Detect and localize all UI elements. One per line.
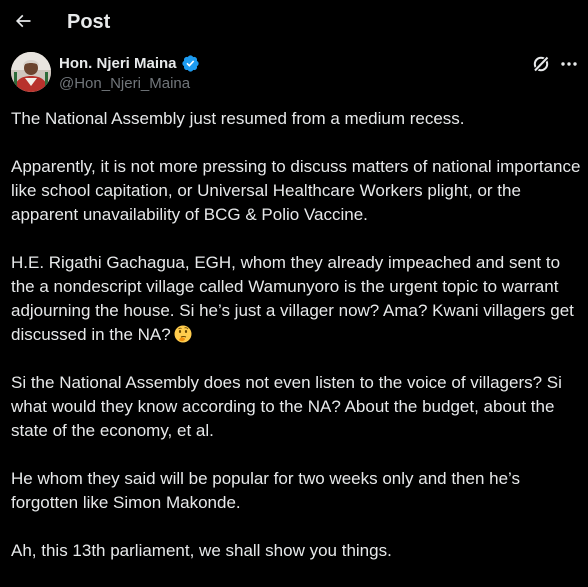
author-display-name[interactable]: Hon. Njeri Maina: [59, 55, 177, 73]
thinking-face-icon: [174, 325, 192, 343]
author-handle[interactable]: @Hon_Njeri_Maina: [59, 75, 190, 93]
post-paragraph: He whom they said will be popular for tw…: [11, 469, 521, 512]
avatar[interactable]: [11, 52, 51, 92]
grok-icon: [533, 56, 549, 72]
post-paragraph-text: H.E. Rigathi Gachagua, EGH, whom they al…: [11, 253, 574, 344]
more-options-button[interactable]: [559, 54, 579, 74]
back-button[interactable]: [9, 7, 37, 35]
post-paragraph: Si the National Assembly does not even l…: [11, 373, 562, 440]
post-text: The National Assembly just resumed from …: [11, 107, 581, 587]
grok-button[interactable]: [531, 54, 551, 74]
verified-badge-icon: [182, 55, 199, 72]
post-paragraph: H.E. Rigathi Gachagua, EGH, whom they al…: [11, 251, 581, 347]
more-icon: [561, 62, 577, 66]
page-title: Post: [67, 11, 111, 33]
profile-photo: [11, 52, 51, 92]
arrow-left-icon: [15, 14, 31, 28]
post-paragraph: Apparently, it is not more pressing to d…: [11, 157, 581, 224]
post-paragraph: The National Assembly just resumed from …: [11, 109, 465, 128]
post-paragraph: Ah, this 13th parliament, we shall show …: [11, 541, 392, 560]
post-author: Hon. Njeri Maina @Hon_Njeri_Maina: [0, 47, 588, 97]
top-bar: Post: [0, 0, 588, 47]
